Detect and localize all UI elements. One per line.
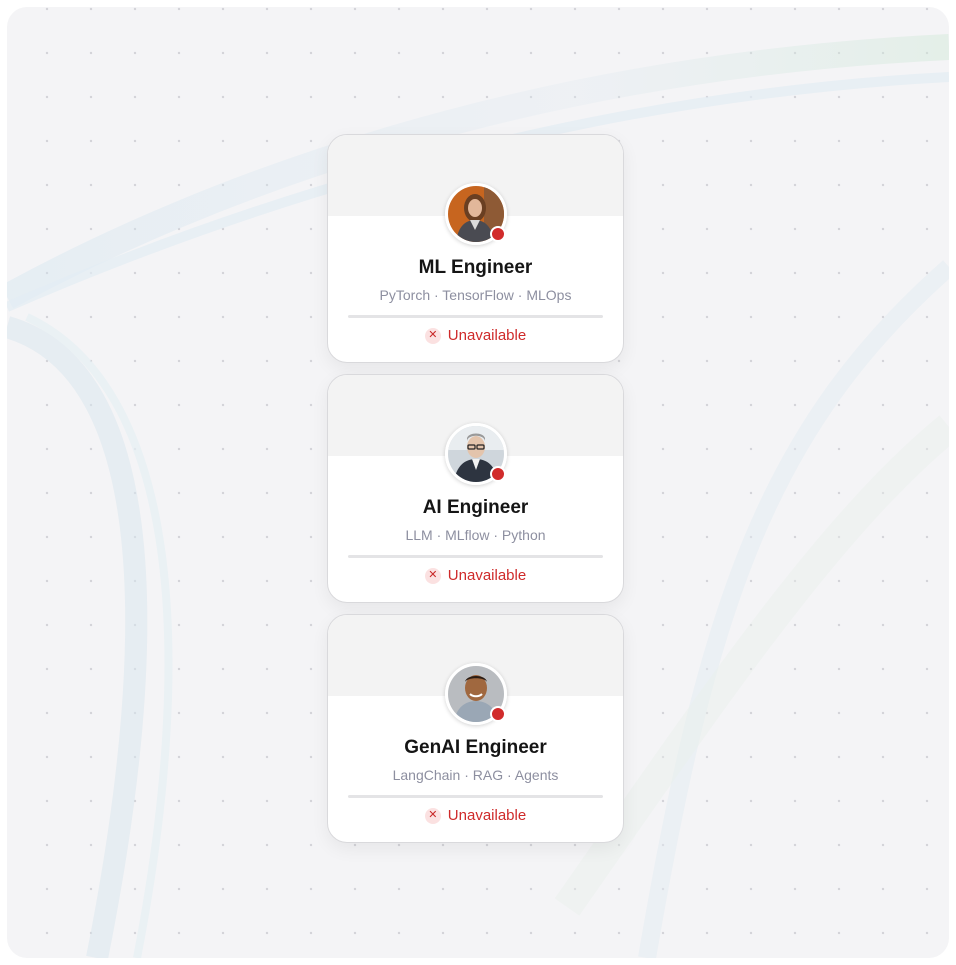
availability-label: Unavailable bbox=[447, 567, 527, 584]
avatar bbox=[445, 423, 507, 485]
divider bbox=[348, 795, 603, 798]
card-title: ML Engineer bbox=[418, 257, 533, 278]
status-dot bbox=[490, 706, 506, 722]
divider bbox=[348, 315, 603, 318]
close-icon: ✕ bbox=[424, 567, 441, 584]
availability-status: ✕ Unavailable bbox=[328, 327, 623, 344]
availability-label: Unavailable bbox=[447, 327, 527, 344]
card-title: GenAI Engineer bbox=[404, 737, 547, 758]
divider bbox=[348, 555, 603, 558]
profile-card-genai-engineer[interactable]: GenAI Engineer LangChain · RAG · Agents … bbox=[327, 614, 624, 843]
card-title: AI Engineer bbox=[422, 497, 529, 518]
availability-status: ✕ Unavailable bbox=[328, 567, 623, 584]
card-skills: LangChain · RAG · Agents bbox=[392, 767, 559, 783]
card-skills: LLM · MLflow · Python bbox=[405, 527, 546, 543]
availability-label: Unavailable bbox=[447, 807, 527, 824]
status-dot bbox=[490, 466, 506, 482]
close-icon: ✕ bbox=[424, 807, 441, 824]
status-dot bbox=[490, 226, 506, 242]
profile-card-ai-engineer[interactable]: AI Engineer LLM · MLflow · Python ✕ Unav… bbox=[327, 374, 624, 603]
availability-status: ✕ Unavailable bbox=[328, 807, 623, 824]
avatar bbox=[445, 663, 507, 725]
close-icon: ✕ bbox=[424, 327, 441, 344]
avatar bbox=[445, 183, 507, 245]
card-skills: PyTorch · TensorFlow · MLOps bbox=[379, 287, 572, 303]
profile-card-ml-engineer[interactable]: ML Engineer PyTorch · TensorFlow · MLOps… bbox=[327, 134, 624, 363]
